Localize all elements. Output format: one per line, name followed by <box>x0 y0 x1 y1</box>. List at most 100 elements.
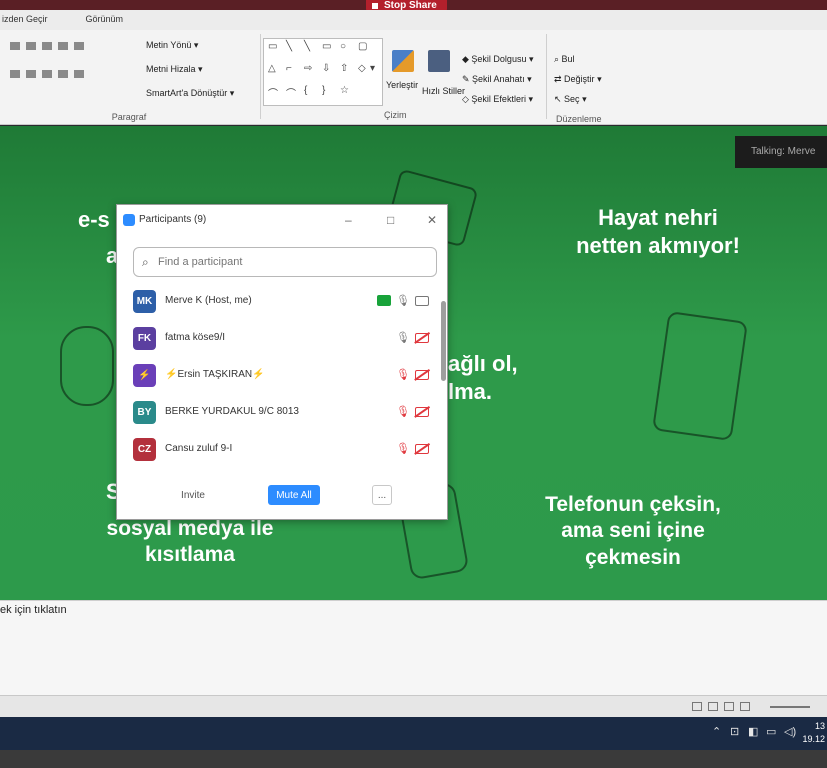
curve-shape-icon[interactable]: ⌒ <box>268 85 278 100</box>
avatar: CZ <box>133 438 156 461</box>
participant-scrollbar[interactable] <box>441 285 446 445</box>
mute-all-button[interactable]: Mute All <box>268 485 320 505</box>
participant-search[interactable]: ⌕ <box>133 247 437 277</box>
connector-shape-icon[interactable]: ⌐ <box>286 63 292 74</box>
arrow-shape-icon[interactable]: ⇩ <box>322 63 330 74</box>
reading-view-icon[interactable] <box>724 702 734 711</box>
chevron-up-icon[interactable]: ⌃ <box>712 725 721 738</box>
rectangle-shape-icon[interactable]: ▭ <box>268 41 277 52</box>
align-icons[interactable] <box>10 70 90 80</box>
replace-button[interactable]: ⇄ Değiştir ▾ <box>554 74 602 85</box>
line-shape-icon[interactable]: ╲ <box>286 41 292 52</box>
notes-placeholder[interactable]: ek için tıklatın <box>0 604 67 616</box>
taskbar: ⌃ ⊡ ◧ ▭ ◁) 13 19.12 <box>0 717 827 750</box>
text-direction-button[interactable]: Metin Yönü ▾ <box>146 40 198 51</box>
mic-muted-icon[interactable]: 🎙 <box>396 442 410 455</box>
zoom-slider[interactable] <box>770 706 810 708</box>
convert-smartart-button[interactable]: SmartArt'a Dönüştür ▾ <box>146 88 234 99</box>
close-icon[interactable]: ✕ <box>427 213 437 227</box>
participant-row[interactable]: BY BERKE YURDAKUL 9/C 8013 🎙 <box>125 394 435 430</box>
slide-text: Telefonun çeksin, ama seni içine çekmesi… <box>545 493 721 569</box>
oval-shape-icon[interactable]: ○ <box>340 41 346 52</box>
triangle-shape-icon[interactable]: △ <box>268 63 276 74</box>
star-shape-icon[interactable]: ☆ <box>340 85 349 96</box>
divider <box>546 34 547 119</box>
slide-text: e-s <box>78 207 110 232</box>
slide-sorter-icon[interactable] <box>708 702 718 711</box>
shape-outline-button[interactable]: ✎ Şekil Anahatı ▾ <box>462 74 532 85</box>
quick-styles-icon <box>428 50 450 72</box>
participant-list: MK Merve K (Host, me) 🎙 FK fatma köse9/I 🎙 ⚡ ⚡E… <box>125 283 435 468</box>
participant-row[interactable]: CZ Cansu zuluf 9-I 🎙 <box>125 431 435 467</box>
video-icon[interactable] <box>415 296 429 306</box>
phone-icon <box>652 311 748 441</box>
align-text-button[interactable]: Metni Hizala ▾ <box>146 64 203 75</box>
brace-shape-icon[interactable]: { <box>304 85 307 96</box>
scroll-thumb[interactable] <box>441 301 446 381</box>
mic-muted-icon[interactable]: 🎙 <box>396 368 410 381</box>
video-off-icon[interactable] <box>415 444 429 454</box>
talking-indicator: Talking: Merve <box>735 136 827 168</box>
ribbon: izden Geçir Görünüm Metin Yönü ▾ Metni H… <box>0 10 827 125</box>
normal-view-icon[interactable] <box>692 702 702 711</box>
editing-group-label: Düzenleme <box>556 114 602 124</box>
arrow-shape-icon[interactable]: ⇨ <box>304 63 312 74</box>
invite-button[interactable]: Invite <box>171 485 215 505</box>
taskbar-clock[interactable]: 13 19.12 <box>802 720 825 746</box>
gallery-more-icon[interactable]: ▾ <box>370 63 375 74</box>
rectangle-shape-icon[interactable]: ▢ <box>358 41 367 52</box>
participant-name: Merve K (Host, me) <box>165 295 252 306</box>
select-button[interactable]: ↖ Seç ▾ <box>554 94 587 105</box>
quick-styles-button[interactable]: Hızlı Stiller <box>422 86 465 96</box>
shape-fill-button[interactable]: ◆ Şekil Dolgusu ▾ <box>462 54 533 65</box>
line-shape-icon[interactable]: ╲ <box>304 41 310 52</box>
monitor-bezel <box>0 750 827 768</box>
slide-heading: Hayat nehri netten akmıyor! <box>576 205 740 258</box>
volume-icon[interactable]: ◁) <box>784 725 796 738</box>
tab-review[interactable]: izden Geçir <box>2 10 48 30</box>
participant-name: BERKE YURDAKUL 9/C 8013 <box>165 406 299 417</box>
video-off-icon[interactable] <box>415 370 429 380</box>
mic-muted-icon[interactable]: 🎙 <box>396 405 410 418</box>
more-options-button[interactable]: ... <box>372 485 392 505</box>
participants-titlebar[interactable]: Participants (9) – □ ✕ <box>117 205 447 237</box>
slideshow-icon[interactable] <box>740 702 750 711</box>
zoom-logo-icon <box>123 214 135 226</box>
shapes-gallery[interactable]: ▭ ╲ ╲ ▭ ○ ▢ △ ⌐ ⇨ ⇩ ⇧ ◇ ⌒ ⌒ { } ☆ ▾ <box>263 38 383 106</box>
rectangle-shape-icon[interactable]: ▭ <box>322 41 331 52</box>
mic-icon[interactable]: 🎙 <box>396 331 410 344</box>
tab-view[interactable]: Görünüm <box>86 10 124 30</box>
avatar: MK <box>133 290 156 313</box>
participant-name: ⚡Ersin TAŞKIRAN⚡ <box>165 369 265 380</box>
callout-shape-icon[interactable]: ◇ <box>358 63 366 74</box>
maximize-icon[interactable]: □ <box>387 213 394 227</box>
notes-pane[interactable]: ek için tıklatın <box>0 600 827 695</box>
ribbon-tabs: izden Geçir Görünüm <box>0 10 827 30</box>
participants-title: Participants (9) <box>139 214 207 225</box>
brace-shape-icon[interactable]: } <box>322 85 325 96</box>
network-icon[interactable]: ⊡ <box>730 725 739 738</box>
avatar: BY <box>133 401 156 424</box>
shape-effects-button[interactable]: ◇ Şekil Efektleri ▾ <box>462 94 533 105</box>
participant-row[interactable]: ⚡ ⚡Ersin TAŞKIRAN⚡ 🎙 <box>125 357 435 393</box>
avatar: FK <box>133 327 156 350</box>
battery-icon[interactable]: ▭ <box>766 725 776 738</box>
action-center-icon[interactable]: ◧ <box>748 725 758 738</box>
arrow-shape-icon[interactable]: ⇧ <box>340 63 348 74</box>
curve-shape-icon[interactable]: ⌒ <box>286 85 296 100</box>
mic-icon[interactable]: 🎙 <box>396 294 410 307</box>
search-icon: ⌕ <box>142 255 149 269</box>
video-off-icon[interactable] <box>415 333 429 343</box>
participant-row[interactable]: FK fatma köse9/I 🎙 <box>125 320 435 356</box>
search-input[interactable] <box>158 254 418 270</box>
bullets-icon[interactable] <box>10 42 90 52</box>
minimize-icon[interactable]: – <box>345 213 352 227</box>
arrange-button[interactable]: Yerleştir <box>386 80 418 90</box>
find-button[interactable]: ⌕ Bul <box>554 54 575 65</box>
participants-footer: Invite Mute All ... <box>117 475 447 521</box>
participant-row[interactable]: MK Merve K (Host, me) 🎙 <box>125 283 435 319</box>
paragraph-group-label: Paragraf <box>111 112 147 122</box>
person-icon <box>60 326 114 406</box>
status-bar <box>0 695 827 717</box>
video-off-icon[interactable] <box>415 407 429 417</box>
